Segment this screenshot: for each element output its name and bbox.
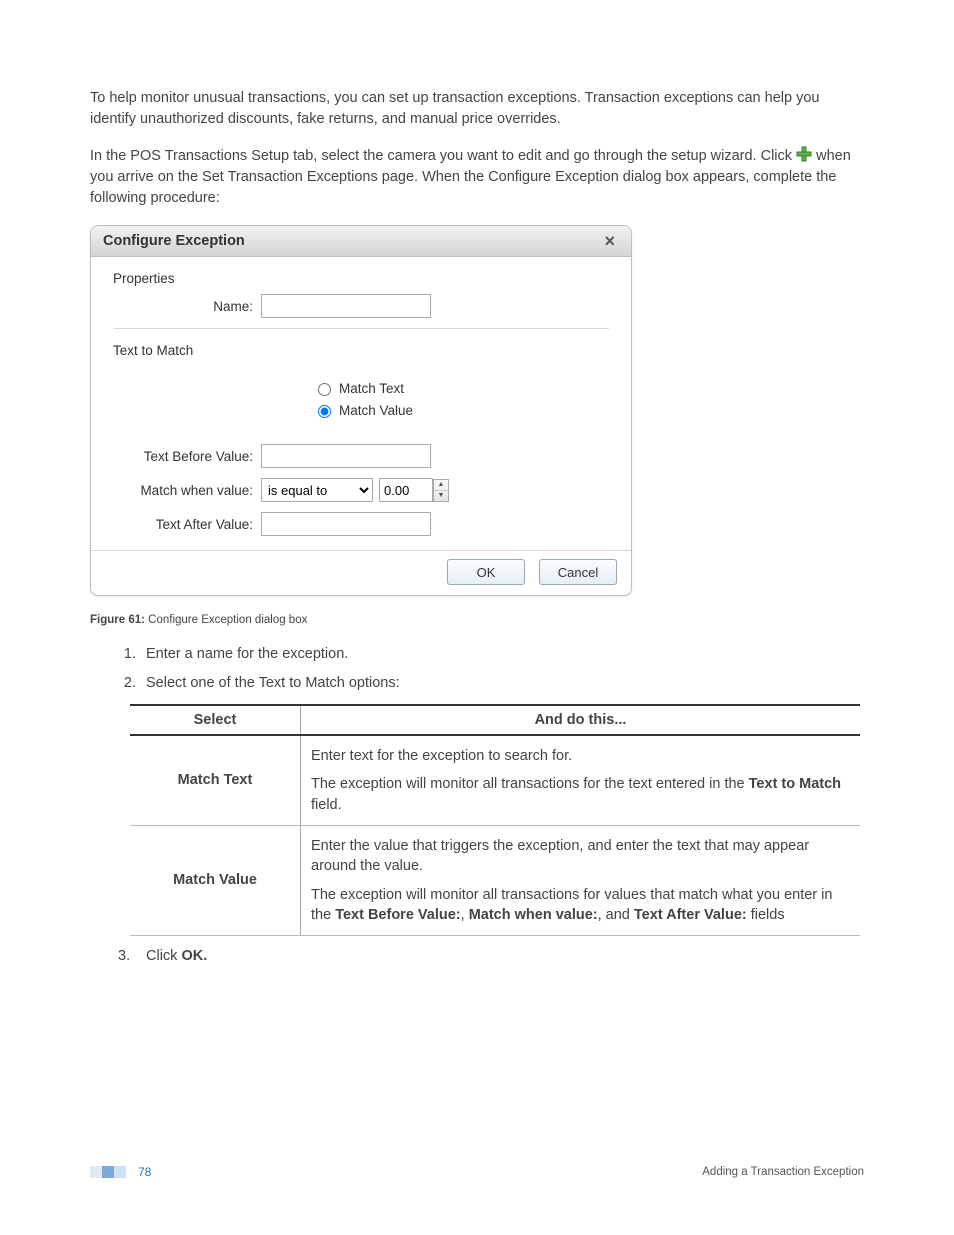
footer-logo-icon	[90, 1166, 126, 1178]
configure-exception-dialog: Configure Exception × Properties Name: T…	[90, 225, 632, 596]
properties-section-label: Properties	[113, 271, 609, 286]
match-when-row: Match when value: is equal to ▲ ▼	[113, 478, 609, 502]
options-table: Select And do this... Match Text Enter t…	[130, 704, 860, 936]
table-row: Match Text Enter text for the exception …	[130, 735, 860, 825]
text-after-input[interactable]	[261, 512, 431, 536]
close-icon[interactable]: ×	[600, 232, 619, 250]
name-row: Name:	[113, 294, 609, 318]
table-header-row: Select And do this...	[130, 705, 860, 735]
row-select-label: Match Text	[130, 735, 301, 825]
intro-para-2: In the POS Transactions Setup tab, selec…	[90, 146, 864, 209]
page-number: 78	[138, 1165, 151, 1179]
dialog-titlebar: Configure Exception ×	[91, 226, 631, 257]
match-text-radio-row: Match Text	[313, 380, 609, 396]
page-footer: 78 Adding a Transaction Exception	[90, 1165, 864, 1179]
section-separator	[113, 328, 609, 329]
cancel-button[interactable]: Cancel	[539, 559, 617, 585]
footer-left: 78	[90, 1165, 151, 1179]
figure-caption: Figure 61: Configure Exception dialog bo…	[90, 614, 864, 626]
match-when-select[interactable]: is equal to	[261, 478, 373, 502]
row-desc-p1: Enter text for the exception to search f…	[311, 746, 850, 766]
match-value-input[interactable]	[379, 478, 433, 502]
name-label: Name:	[113, 299, 261, 314]
footer-section-title: Adding a Transaction Exception	[702, 1166, 864, 1178]
text-before-row: Text Before Value:	[113, 444, 609, 468]
step-1: Enter a name for the exception.	[140, 644, 864, 665]
text-to-match-section-label: Text to Match	[113, 343, 609, 358]
name-input[interactable]	[261, 294, 431, 318]
text-before-label: Text Before Value:	[113, 449, 261, 464]
match-when-label: Match when value:	[113, 483, 261, 498]
value-spinner[interactable]: ▲ ▼	[433, 479, 449, 502]
dialog-footer: OK Cancel	[91, 550, 631, 595]
step-3: Click OK.	[140, 946, 864, 967]
match-text-radio[interactable]	[318, 383, 331, 396]
text-after-label: Text After Value:	[113, 517, 261, 532]
row-desc: Enter text for the exception to search f…	[301, 735, 861, 825]
steps-list-continue: Click OK.	[90, 946, 864, 967]
spinner-up-icon[interactable]: ▲	[434, 480, 448, 491]
figure-caption-text: Configure Exception dialog box	[145, 614, 307, 626]
match-text-radio-label: Match Text	[339, 381, 404, 396]
plus-icon	[796, 146, 812, 162]
document-page: To help monitor unusual transactions, yo…	[0, 0, 954, 1235]
intro-para-2a: In the POS Transactions Setup tab, selec…	[90, 148, 796, 164]
table-row: Match Value Enter the value that trigger…	[130, 826, 860, 936]
row-desc: Enter the value that triggers the except…	[301, 826, 861, 936]
header-and-do: And do this...	[301, 705, 861, 735]
figure-label: Figure 61:	[90, 614, 145, 626]
match-value-radio[interactable]	[318, 405, 331, 418]
match-value-radio-label: Match Value	[339, 403, 413, 418]
ok-button[interactable]: OK	[447, 559, 525, 585]
text-after-row: Text After Value:	[113, 512, 609, 536]
row-desc-p2: The exception will monitor all transacti…	[311, 774, 850, 815]
steps-list: Enter a name for the exception. Select o…	[90, 644, 864, 694]
dialog-body: Properties Name: Text to Match Match Tex…	[91, 257, 631, 550]
text-before-input[interactable]	[261, 444, 431, 468]
row-desc-p2: The exception will monitor all transacti…	[311, 885, 850, 926]
spinner-down-icon[interactable]: ▼	[434, 491, 448, 501]
match-value-radio-row: Match Value	[313, 402, 609, 418]
step-2: Select one of the Text to Match options:	[140, 673, 864, 694]
row-select-label: Match Value	[130, 826, 301, 936]
dialog-title-text: Configure Exception	[103, 233, 245, 249]
row-desc-p1: Enter the value that triggers the except…	[311, 836, 850, 877]
header-select: Select	[130, 705, 301, 735]
intro-para-1: To help monitor unusual transactions, yo…	[90, 88, 864, 130]
